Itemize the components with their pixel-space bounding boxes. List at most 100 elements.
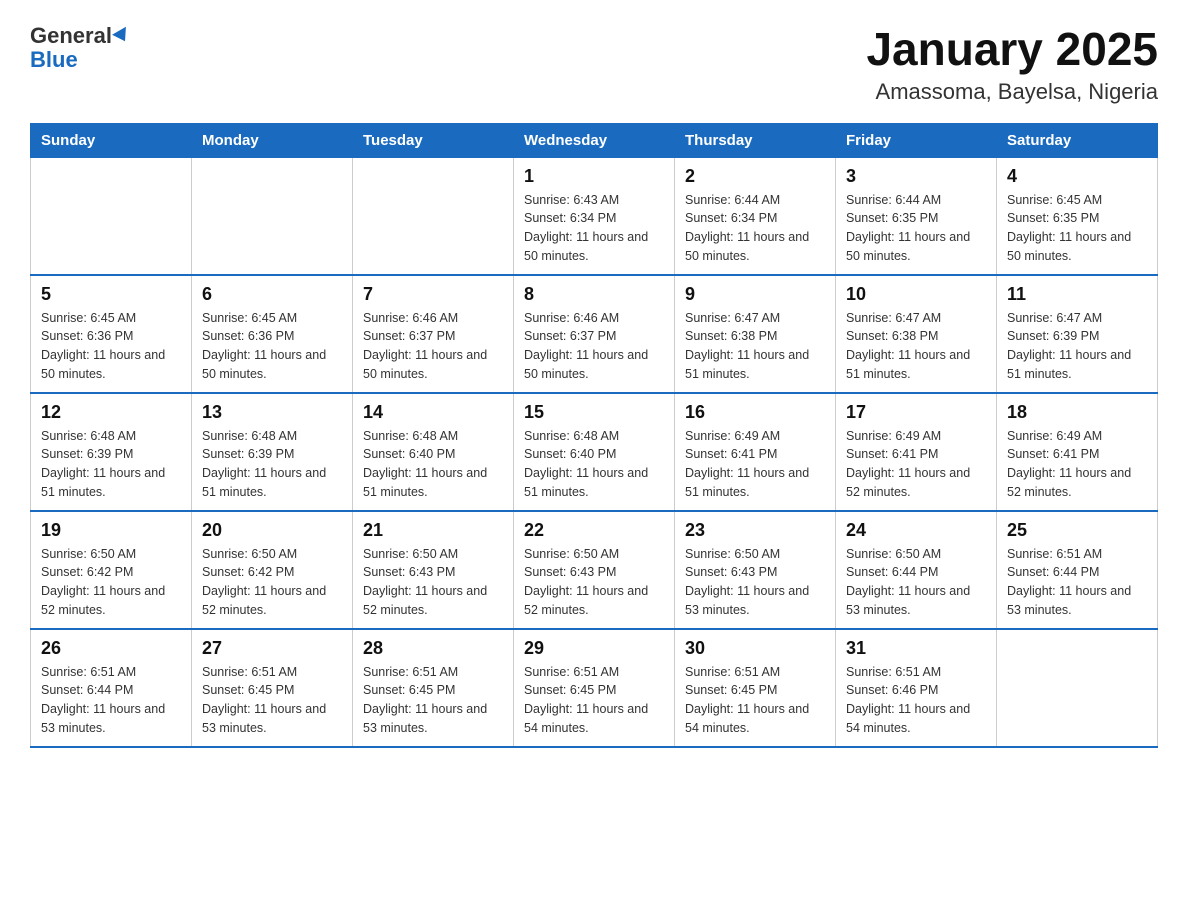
logo-general-text: General — [30, 24, 112, 48]
calendar-day-cell: 11 Sunrise: 6:47 AM Sunset: 6:39 PM Dayli… — [997, 275, 1158, 393]
col-friday: Friday — [836, 123, 997, 157]
header-row: Sunday Monday Tuesday Wednesday Thursday… — [31, 123, 1158, 157]
day-number: 29 — [524, 638, 664, 659]
day-info: Sunrise: 6:48 AM Sunset: 6:40 PM Dayligh… — [363, 427, 503, 502]
calendar-day-cell: 24Sunrise: 6:50 AM Sunset: 6:44 PM Dayli… — [836, 511, 997, 629]
col-wednesday: Wednesday — [514, 123, 675, 157]
calendar-day-cell: 5Sunrise: 6:45 AM Sunset: 6:36 PM Daylig… — [31, 275, 192, 393]
calendar-week-row: 19 Sunrise: 6:50 AM Sunset: 6:42 PM Dayli… — [31, 511, 1158, 629]
day-number: 25 — [1007, 520, 1147, 541]
day-number: 12 — [41, 402, 181, 423]
col-tuesday: Tuesday — [353, 123, 514, 157]
day-number: 26 — [41, 638, 181, 659]
day-info: Sunrise: 6:44 AM Sunset: 6:35 PM Dayligh… — [846, 191, 986, 266]
calendar-week-row: 26Sunrise: 6:51 AM Sunset: 6:44 PM Dayli… — [31, 629, 1158, 747]
day-number: 20 — [202, 520, 342, 541]
day-info: Sunrise: 6:46 AM Sunset: 6:37 PM Dayligh… — [524, 309, 664, 384]
calendar-day-cell: 12 Sunrise: 6:48 AM Sunset: 6:39 PM Dayli… — [31, 393, 192, 511]
day-info: Sunrise: 6:46 AM Sunset: 6:37 PM Dayligh… — [363, 309, 503, 384]
calendar-day-cell: 10 Sunrise: 6:47 AM Sunset: 6:38 PM Dayli… — [836, 275, 997, 393]
calendar-day-cell: 3 Sunrise: 6:44 AM Sunset: 6:35 PM Daylig… — [836, 157, 997, 275]
calendar-day-cell: 21Sunrise: 6:50 AM Sunset: 6:43 PM Dayli… — [353, 511, 514, 629]
day-info: Sunrise: 6:47 AM Sunset: 6:38 PM Dayligh… — [846, 309, 986, 384]
day-number: 15 — [524, 402, 664, 423]
day-number: 10 — [846, 284, 986, 305]
calendar-day-cell — [997, 629, 1158, 747]
calendar-day-cell: 2Sunrise: 6:44 AM Sunset: 6:34 PM Daylig… — [675, 157, 836, 275]
day-number: 16 — [685, 402, 825, 423]
calendar-header: Sunday Monday Tuesday Wednesday Thursday… — [31, 123, 1158, 157]
day-info: Sunrise: 6:49 AM Sunset: 6:41 PM Dayligh… — [846, 427, 986, 502]
calendar-day-cell — [192, 157, 353, 275]
calendar-week-row: 5Sunrise: 6:45 AM Sunset: 6:36 PM Daylig… — [31, 275, 1158, 393]
day-number: 17 — [846, 402, 986, 423]
calendar-day-cell: 9 Sunrise: 6:47 AM Sunset: 6:38 PM Daylig… — [675, 275, 836, 393]
day-info: Sunrise: 6:51 AM Sunset: 6:45 PM Dayligh… — [363, 663, 503, 738]
title-block: January 2025 Amassoma, Bayelsa, Nigeria — [866, 24, 1158, 105]
day-info: Sunrise: 6:50 AM Sunset: 6:42 PM Dayligh… — [202, 545, 342, 620]
calendar-day-cell: 1 Sunrise: 6:43 AM Sunset: 6:34 PM Daylig… — [514, 157, 675, 275]
day-info: Sunrise: 6:51 AM Sunset: 6:45 PM Dayligh… — [524, 663, 664, 738]
page-subtitle: Amassoma, Bayelsa, Nigeria — [866, 79, 1158, 105]
calendar-day-cell: 28 Sunrise: 6:51 AM Sunset: 6:45 PM Dayli… — [353, 629, 514, 747]
day-number: 4 — [1007, 166, 1147, 187]
day-info: Sunrise: 6:50 AM Sunset: 6:43 PM Dayligh… — [685, 545, 825, 620]
day-number: 18 — [1007, 402, 1147, 423]
calendar-day-cell: 25Sunrise: 6:51 AM Sunset: 6:44 PM Dayli… — [997, 511, 1158, 629]
calendar-day-cell: 7 Sunrise: 6:46 AM Sunset: 6:37 PM Daylig… — [353, 275, 514, 393]
day-number: 6 — [202, 284, 342, 305]
calendar-body: 1 Sunrise: 6:43 AM Sunset: 6:34 PM Daylig… — [31, 157, 1158, 747]
day-number: 23 — [685, 520, 825, 541]
day-info: Sunrise: 6:51 AM Sunset: 6:45 PM Dayligh… — [202, 663, 342, 738]
day-number: 3 — [846, 166, 986, 187]
calendar-day-cell: 26Sunrise: 6:51 AM Sunset: 6:44 PM Dayli… — [31, 629, 192, 747]
calendar-day-cell: 23 Sunrise: 6:50 AM Sunset: 6:43 PM Dayli… — [675, 511, 836, 629]
day-info: Sunrise: 6:51 AM Sunset: 6:45 PM Dayligh… — [685, 663, 825, 738]
calendar-day-cell: 30 Sunrise: 6:51 AM Sunset: 6:45 PM Dayli… — [675, 629, 836, 747]
calendar-day-cell: 19 Sunrise: 6:50 AM Sunset: 6:42 PM Dayli… — [31, 511, 192, 629]
day-info: Sunrise: 6:44 AM Sunset: 6:34 PM Dayligh… — [685, 191, 825, 266]
logo: General Blue — [30, 24, 130, 72]
day-number: 14 — [363, 402, 503, 423]
day-info: Sunrise: 6:47 AM Sunset: 6:38 PM Dayligh… — [685, 309, 825, 384]
day-number: 5 — [41, 284, 181, 305]
day-info: Sunrise: 6:50 AM Sunset: 6:42 PM Dayligh… — [41, 545, 181, 620]
calendar-day-cell: 27 Sunrise: 6:51 AM Sunset: 6:45 PM Dayli… — [192, 629, 353, 747]
day-number: 30 — [685, 638, 825, 659]
col-saturday: Saturday — [997, 123, 1158, 157]
day-number: 28 — [363, 638, 503, 659]
col-thursday: Thursday — [675, 123, 836, 157]
day-info: Sunrise: 6:51 AM Sunset: 6:46 PM Dayligh… — [846, 663, 986, 738]
calendar-week-row: 12 Sunrise: 6:48 AM Sunset: 6:39 PM Dayli… — [31, 393, 1158, 511]
calendar-day-cell: 8Sunrise: 6:46 AM Sunset: 6:37 PM Daylig… — [514, 275, 675, 393]
day-info: Sunrise: 6:50 AM Sunset: 6:43 PM Dayligh… — [363, 545, 503, 620]
day-number: 7 — [363, 284, 503, 305]
calendar-day-cell: 6Sunrise: 6:45 AM Sunset: 6:36 PM Daylig… — [192, 275, 353, 393]
day-number: 31 — [846, 638, 986, 659]
day-info: Sunrise: 6:48 AM Sunset: 6:39 PM Dayligh… — [202, 427, 342, 502]
day-info: Sunrise: 6:50 AM Sunset: 6:44 PM Dayligh… — [846, 545, 986, 620]
day-info: Sunrise: 6:49 AM Sunset: 6:41 PM Dayligh… — [1007, 427, 1147, 502]
day-info: Sunrise: 6:43 AM Sunset: 6:34 PM Dayligh… — [524, 191, 664, 266]
day-info: Sunrise: 6:48 AM Sunset: 6:40 PM Dayligh… — [524, 427, 664, 502]
calendar-day-cell: 18 Sunrise: 6:49 AM Sunset: 6:41 PM Dayli… — [997, 393, 1158, 511]
day-number: 27 — [202, 638, 342, 659]
col-sunday: Sunday — [31, 123, 192, 157]
day-number: 9 — [685, 284, 825, 305]
day-number: 1 — [524, 166, 664, 187]
day-info: Sunrise: 6:47 AM Sunset: 6:39 PM Dayligh… — [1007, 309, 1147, 384]
calendar-day-cell: 22Sunrise: 6:50 AM Sunset: 6:43 PM Dayli… — [514, 511, 675, 629]
page-header: General Blue January 2025 Amassoma, Baye… — [30, 24, 1158, 105]
calendar-day-cell: 14 Sunrise: 6:48 AM Sunset: 6:40 PM Dayli… — [353, 393, 514, 511]
calendar-week-row: 1 Sunrise: 6:43 AM Sunset: 6:34 PM Daylig… — [31, 157, 1158, 275]
day-info: Sunrise: 6:48 AM Sunset: 6:39 PM Dayligh… — [41, 427, 181, 502]
calendar-day-cell: 13Sunrise: 6:48 AM Sunset: 6:39 PM Dayli… — [192, 393, 353, 511]
logo-blue-text: Blue — [30, 48, 78, 72]
calendar-day-cell: 29 Sunrise: 6:51 AM Sunset: 6:45 PM Dayli… — [514, 629, 675, 747]
calendar-day-cell: 20 Sunrise: 6:50 AM Sunset: 6:42 PM Dayli… — [192, 511, 353, 629]
calendar-day-cell: 15 Sunrise: 6:48 AM Sunset: 6:40 PM Dayli… — [514, 393, 675, 511]
day-info: Sunrise: 6:45 AM Sunset: 6:35 PM Dayligh… — [1007, 191, 1147, 266]
day-number: 11 — [1007, 284, 1147, 305]
calendar-day-cell: 17 Sunrise: 6:49 AM Sunset: 6:41 PM Dayli… — [836, 393, 997, 511]
day-number: 19 — [41, 520, 181, 541]
